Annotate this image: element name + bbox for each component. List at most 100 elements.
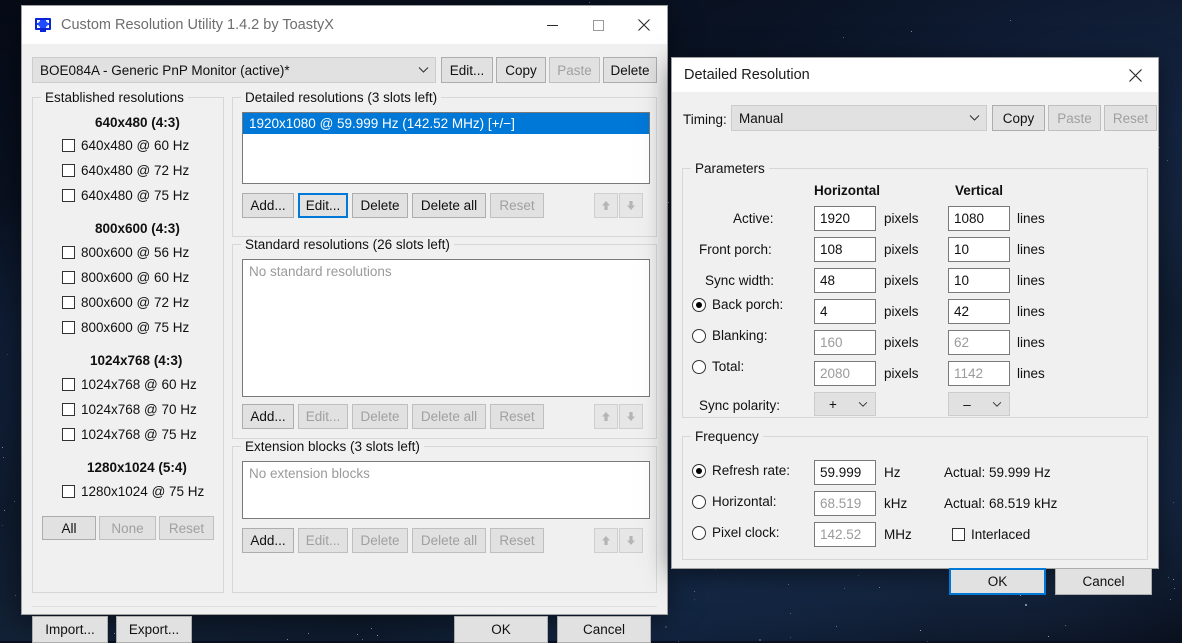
refresh-rate-radio[interactable]: Refresh rate: [692, 463, 790, 478]
total-vertical-unit: lines [1017, 366, 1045, 381]
monitor-copy-button[interactable]: Copy [496, 57, 546, 83]
radio-icon [692, 463, 706, 478]
standard-resolutions-list[interactable]: No standard resolutions [242, 259, 650, 397]
close-icon[interactable] [621, 6, 667, 44]
established-checkbox-800x600-60[interactable]: 800x600 @ 60 Hz [62, 270, 189, 285]
close-icon[interactable] [1112, 58, 1158, 92]
timing-select[interactable]: Manual [731, 105, 987, 131]
timing-reset-button: Reset [1104, 105, 1157, 131]
dialog-cancel-button[interactable]: Cancel [1055, 568, 1152, 595]
pixel-clock-unit: MHz [884, 527, 912, 542]
radio-icon [692, 359, 706, 374]
sync-polarity-vertical-value: – [963, 396, 971, 412]
pixel-clock-radio[interactable]: Pixel clock: [692, 525, 780, 540]
established-none-button: None [99, 516, 156, 540]
main-ok-button[interactable]: OK [454, 616, 548, 643]
sync-width-vertical-unit: lines [1017, 273, 1045, 288]
established-all-button[interactable]: All [42, 516, 96, 540]
timing-select-value: Manual [739, 110, 784, 126]
checkbox-icon [62, 271, 75, 284]
active-vertical-input[interactable]: 1080 [948, 206, 1010, 231]
established-checkbox-1024x768-75[interactable]: 1024x768 @ 75 Hz [62, 427, 197, 442]
checkbox-icon [62, 164, 75, 177]
detailed-delete-all-button[interactable]: Delete all [412, 193, 486, 218]
extension-move-down-button [619, 528, 643, 553]
established-checkbox-1024x768-70[interactable]: 1024x768 @ 70 Hz [62, 402, 197, 417]
import-button[interactable]: Import... [32, 616, 108, 643]
monitor-paste-button: Paste [549, 57, 600, 83]
front-porch-vertical-unit: lines [1017, 242, 1045, 257]
established-checkbox-640x480-72[interactable]: 640x480 @ 72 Hz [62, 163, 189, 178]
extension-delete-all-button: Delete all [412, 528, 486, 553]
monitor-select[interactable]: BOE084A - Generic PnP Monitor (active)* [32, 57, 436, 83]
back-porch-vertical-input[interactable]: 42 [948, 299, 1010, 324]
standard-add-button[interactable]: Add... [242, 404, 294, 429]
total-vertical-input: 1142 [948, 361, 1010, 386]
established-checkbox-800x600-56[interactable]: 800x600 @ 56 Hz [62, 245, 189, 260]
sync-polarity-horizontal-select[interactable]: + [814, 392, 876, 416]
dialog-client: Timing: Manual Copy Paste Reset Paramete… [672, 92, 1158, 595]
established-checkbox-800x600-72[interactable]: 800x600 @ 72 Hz [62, 295, 189, 310]
detailed-resolutions-title: Detailed resolutions (3 slots left) [241, 90, 442, 105]
active-vertical-unit: lines [1017, 211, 1045, 226]
sync-polarity-vertical-select[interactable]: – [948, 392, 1010, 416]
monitor-delete-button[interactable]: Delete [603, 57, 657, 83]
active-horizontal-input[interactable]: 1920 [814, 206, 876, 231]
main-cancel-button[interactable]: Cancel [557, 616, 651, 643]
total-radio[interactable]: Total: [692, 359, 744, 374]
chevron-down-icon [411, 66, 435, 74]
minimize-icon[interactable] [529, 6, 575, 44]
timing-label: Timing: [683, 112, 727, 127]
established-checkbox-800x600-75[interactable]: 800x600 @ 75 Hz [62, 320, 189, 335]
horizontal-frequency-unit: kHz [884, 496, 908, 511]
export-button[interactable]: Export... [116, 616, 192, 643]
established-checkbox-1280x1024-75[interactable]: 1280x1024 @ 75 Hz [62, 484, 204, 499]
detailed-reset-button: Reset [490, 193, 544, 218]
dialog-ok-button[interactable]: OK [949, 568, 1046, 595]
detailed-resolutions-list[interactable]: 1920x1080 @ 59.999 Hz (142.52 MHz) [+/−] [242, 112, 650, 184]
established-label-1-0: 800x600 @ 56 Hz [81, 245, 190, 260]
established-label-1-2: 800x600 @ 72 Hz [81, 295, 190, 310]
established-label-0-2: 640x480 @ 75 Hz [81, 188, 190, 203]
timing-copy-button[interactable]: Copy [992, 105, 1045, 131]
main-window-titlebar[interactable]: Custom Resolution Utility 1.4.2 by Toast… [22, 6, 667, 44]
list-item[interactable]: 1920x1080 @ 59.999 Hz (142.52 MHz) [+/−] [243, 113, 649, 134]
established-label-0-0: 640x480 @ 60 Hz [81, 138, 190, 153]
maximize-icon[interactable] [575, 6, 621, 44]
dialog-titlebar[interactable]: Detailed Resolution [672, 58, 1158, 92]
refresh-rate-input[interactable]: 59.999 [814, 460, 876, 485]
refresh-rate-unit: Hz [884, 465, 901, 480]
horizontal-frequency-actual: Actual: 68.519 kHz [944, 496, 1058, 511]
parameters-title: Parameters [691, 161, 769, 176]
checkbox-icon [62, 485, 75, 498]
blanking-radio[interactable]: Blanking: [692, 328, 768, 343]
established-checkbox-1024x768-60[interactable]: 1024x768 @ 60 Hz [62, 377, 197, 392]
front-porch-vertical-input[interactable]: 10 [948, 237, 1010, 262]
detailed-delete-button[interactable]: Delete [352, 193, 408, 218]
detailed-add-button[interactable]: Add... [242, 193, 294, 218]
checkbox-icon [62, 296, 75, 309]
monitor-edit-button[interactable]: Edit... [441, 57, 493, 83]
front-porch-horizontal-input[interactable]: 108 [814, 237, 876, 262]
established-checkbox-640x480-60[interactable]: 640x480 @ 60 Hz [62, 138, 189, 153]
interlaced-checkbox[interactable]: Interlaced [952, 527, 1030, 542]
extension-delete-button: Delete [352, 528, 408, 553]
footer-divider [32, 606, 657, 607]
back-porch-radio[interactable]: Back porch: [692, 297, 783, 312]
sync-width-horizontal-input[interactable]: 48 [814, 268, 876, 293]
extension-add-button[interactable]: Add... [242, 528, 294, 553]
back-porch-horizontal-input[interactable]: 4 [814, 299, 876, 324]
blanking-vertical-unit: lines [1017, 335, 1045, 350]
established-heading-1: 800x600 (4:3) [95, 221, 180, 236]
param-label-sync-width: Sync width: [705, 273, 775, 288]
horizontal-frequency-radio[interactable]: Horizontal: [692, 494, 777, 509]
param-label-back-porch: Back porch: [712, 297, 784, 312]
detailed-edit-button[interactable]: Edit... [298, 193, 348, 218]
established-label-3-0: 1280x1024 @ 75 Hz [81, 484, 205, 499]
standard-edit-button: Edit... [298, 404, 348, 429]
vertical-column-header: Vertical [955, 183, 1004, 198]
established-checkbox-640x480-75[interactable]: 640x480 @ 75 Hz [62, 188, 189, 203]
blanking-horizontal-input: 160 [814, 330, 876, 355]
sync-width-vertical-input[interactable]: 10 [948, 268, 1010, 293]
extension-blocks-list[interactable]: No extension blocks [242, 461, 650, 519]
